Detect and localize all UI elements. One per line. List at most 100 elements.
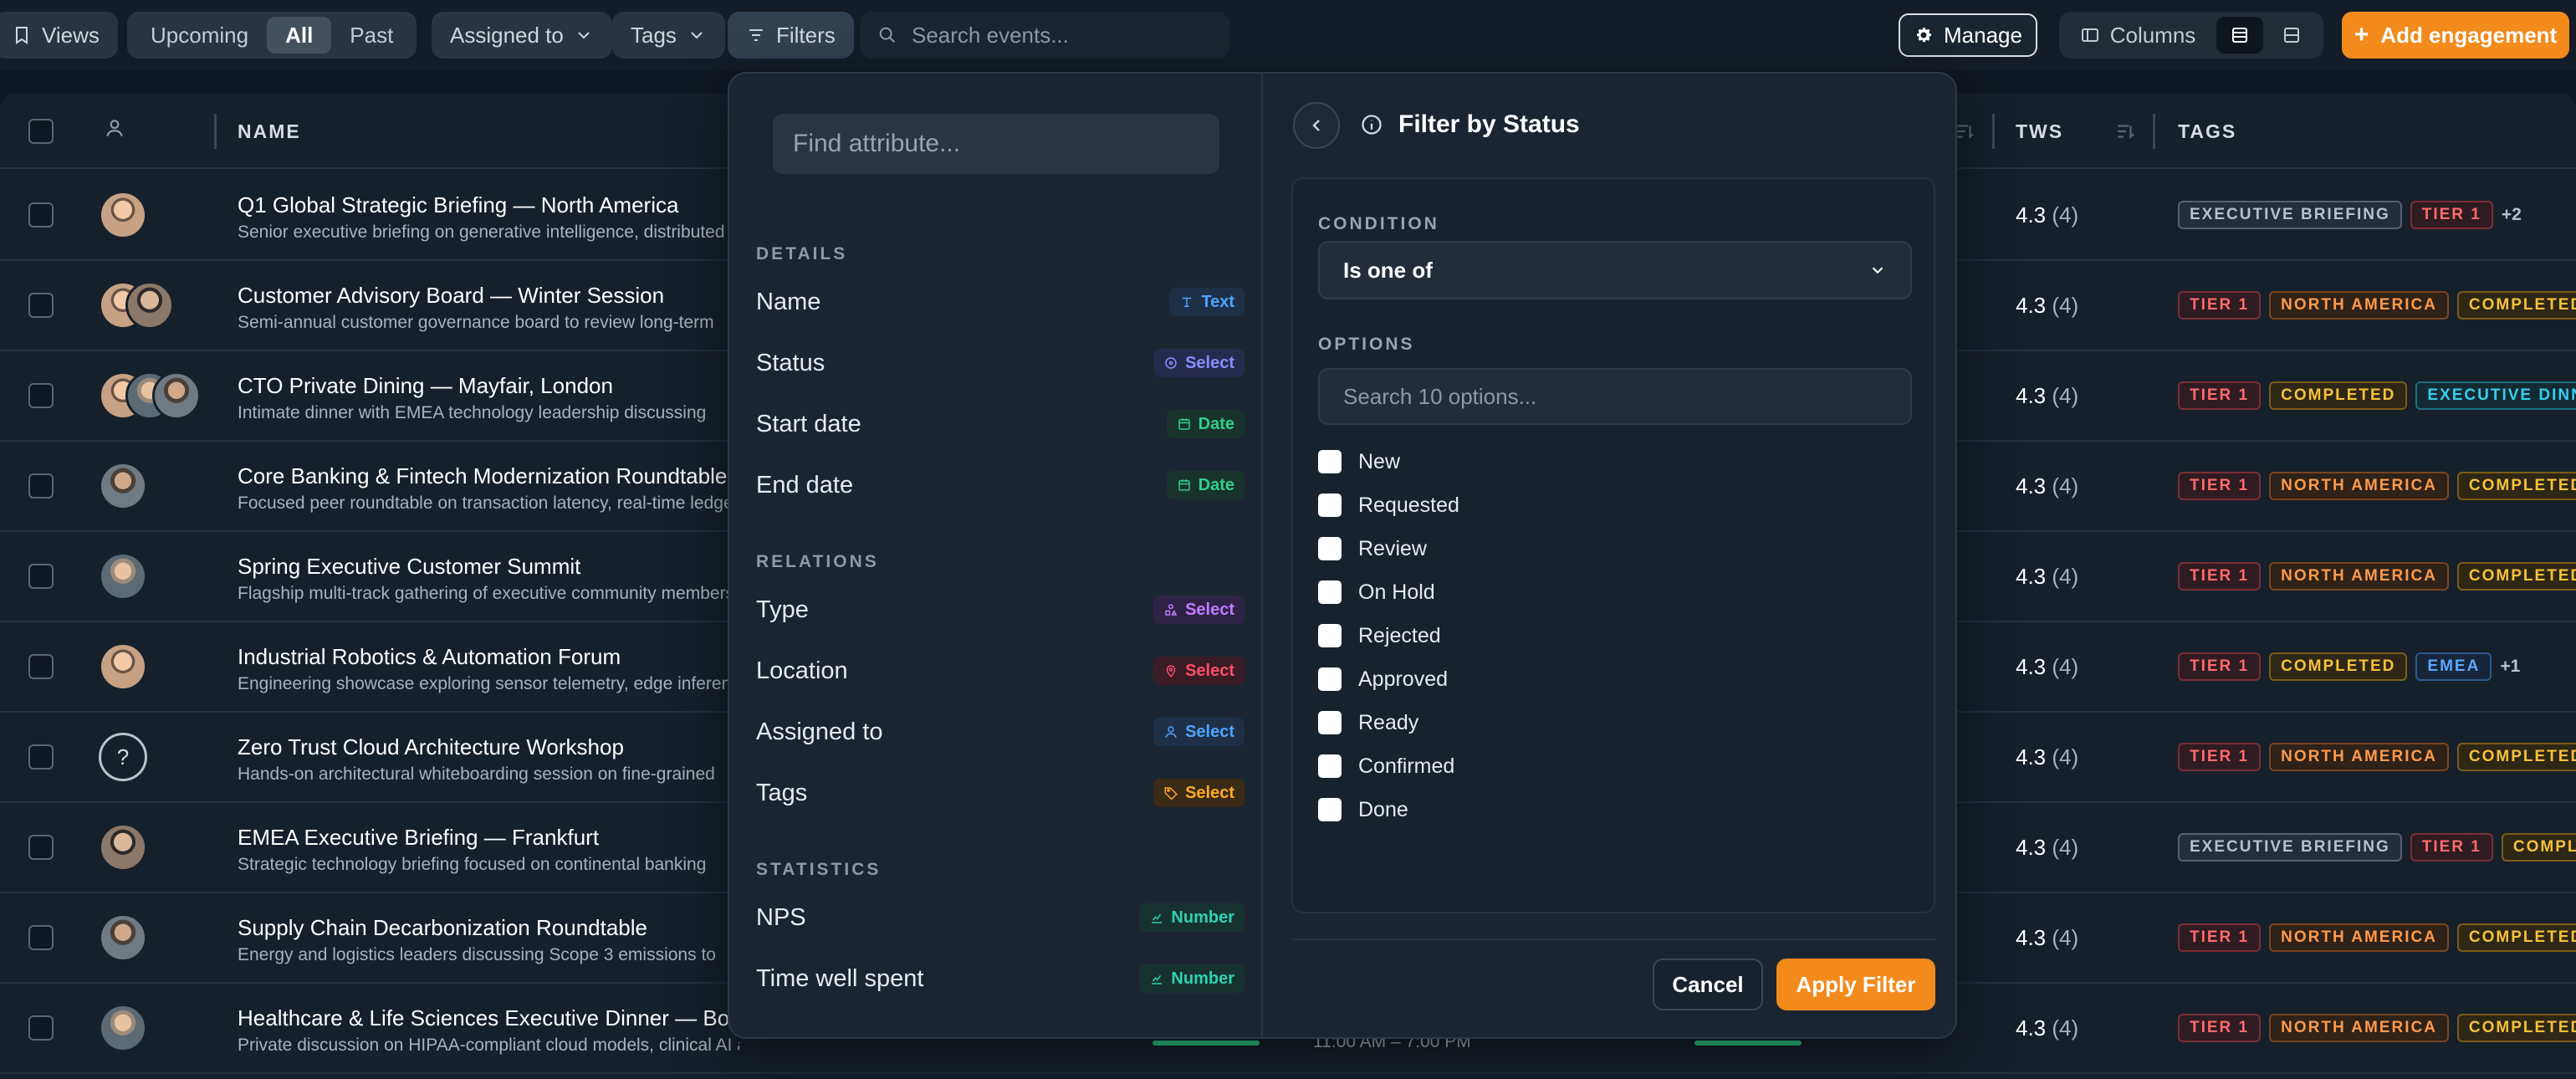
tag-badge: TIER 1	[2178, 743, 2262, 771]
option-ready[interactable]: Ready	[1318, 701, 1912, 744]
compact-view-button[interactable]	[2268, 17, 2315, 54]
cancel-button[interactable]: Cancel	[1653, 959, 1763, 1010]
option-checkbox[interactable]	[1318, 493, 1342, 517]
condition-value: Is one of	[1343, 257, 1433, 283]
tag-list: TIER 1 NORTH AMERICA COMPLETED	[2178, 472, 2576, 500]
event-title[interactable]: Supply Chain Decarbonization Roundtable	[238, 915, 739, 941]
tws-score: 4.3 (4)	[2016, 925, 2078, 951]
option-checkbox[interactable]	[1318, 537, 1342, 560]
attribute-nps[interactable]: NPS Number	[756, 893, 1245, 942]
text-icon	[1183, 297, 1192, 307]
attribute-status[interactable]: Status Select	[756, 339, 1245, 387]
assignee-avatars	[99, 642, 147, 693]
option-requested[interactable]: Requested	[1318, 483, 1912, 527]
row-checkbox[interactable]	[28, 564, 54, 589]
tag-badge: NORTH AMERICA	[2269, 923, 2449, 952]
row-checkbox[interactable]	[28, 473, 54, 499]
tag-badge: NORTH AMERICA	[2269, 472, 2449, 500]
tws-score: 4.3 (4)	[2016, 202, 2078, 228]
search-input[interactable]: Search events...	[860, 12, 1229, 59]
option-review[interactable]: Review	[1318, 527, 1912, 570]
manage-button[interactable]: Manage	[1899, 13, 2037, 57]
attribute-name[interactable]: Name Text	[756, 278, 1245, 326]
attribute-tags[interactable]: Tags Select	[756, 769, 1245, 817]
attribute-end-date[interactable]: End date Date	[756, 461, 1245, 509]
assignee-avatars	[99, 281, 174, 331]
event-title[interactable]: Core Banking & Fintech Modernization Rou…	[238, 463, 739, 489]
more-tags-count[interactable]: +2	[2502, 205, 2522, 225]
filters-button[interactable]: Filters	[728, 12, 854, 59]
option-checkbox[interactable]	[1318, 580, 1342, 604]
sort-icon[interactable]	[2114, 120, 2136, 142]
attribute-type-label: Select	[1185, 661, 1234, 680]
event-description: Energy and logistics leaders discussing …	[238, 945, 716, 964]
find-attribute-input[interactable]: Find attribute...	[773, 114, 1219, 174]
circle-icon	[1165, 357, 1177, 369]
option-rejected[interactable]: Rejected	[1318, 614, 1912, 657]
tag-badge: TIER 1	[2178, 652, 2262, 681]
event-title[interactable]: Zero Trust Cloud Architecture Workshop	[238, 734, 739, 760]
column-name-header[interactable]: NAME	[238, 94, 301, 169]
event-title[interactable]: Healthcare & Life Sciences Executive Din…	[238, 1005, 739, 1031]
attribute-type[interactable]: Type Select	[756, 586, 1245, 634]
add-engagement-button[interactable]: + Add engagement	[2342, 12, 2569, 59]
event-description: Flagship multi-track gathering of execut…	[238, 584, 735, 603]
apply-filter-button[interactable]: Apply Filter	[1776, 959, 1935, 1010]
option-confirmed[interactable]: Confirmed	[1318, 744, 1912, 788]
option-checkbox[interactable]	[1318, 667, 1342, 691]
option-new[interactable]: New	[1318, 440, 1912, 483]
avatar	[99, 191, 147, 239]
tab-all[interactable]: All	[267, 17, 332, 54]
row-checkbox[interactable]	[28, 293, 54, 318]
attribute-location[interactable]: Location Select	[756, 647, 1245, 695]
option-approved[interactable]: Approved	[1318, 657, 1912, 701]
event-title[interactable]: Q1 Global Strategic Briefing — North Ame…	[238, 192, 739, 218]
assigned-to-filter[interactable]: Assigned to	[432, 12, 612, 59]
row-checkbox[interactable]	[28, 1015, 54, 1041]
tag-list: TIER 1COMPLETEDEXECUTIVE DINNER	[2178, 381, 2576, 410]
event-title[interactable]: Spring Executive Customer Summit	[238, 554, 739, 580]
row-checkbox[interactable]	[28, 835, 54, 860]
attribute-start-date[interactable]: Start date Date	[756, 400, 1245, 448]
tag-list: TIER 1 NORTH AMERICA COMPLETED	[2178, 743, 2576, 771]
back-button[interactable]	[1293, 102, 1340, 149]
select-all-checkbox[interactable]	[28, 119, 54, 144]
row-checkbox[interactable]	[28, 654, 54, 679]
attribute-assigned-to[interactable]: Assigned to Select	[756, 708, 1245, 756]
tab-upcoming[interactable]: Upcoming	[132, 17, 267, 54]
option-checkbox[interactable]	[1318, 711, 1342, 734]
option-checkbox[interactable]	[1318, 798, 1342, 821]
event-title[interactable]: CTO Private Dining — Mayfair, London	[238, 373, 739, 399]
attribute-name: Location	[756, 657, 848, 684]
tws-score: 4.3 (4)	[2016, 383, 2078, 409]
attribute-time-well-spent[interactable]: Time well spent Number	[756, 954, 1245, 1003]
column-tags-header[interactable]: TAGS	[2178, 94, 2236, 169]
views-button[interactable]: Views	[0, 12, 118, 59]
event-title[interactable]: Industrial Robotics & Automation Forum	[238, 644, 739, 670]
option-checkbox[interactable]	[1318, 624, 1342, 647]
row-checkbox[interactable]	[28, 744, 54, 770]
column-tws-header[interactable]: TWS	[2016, 94, 2063, 169]
event-title[interactable]: Customer Advisory Board — Winter Session	[238, 283, 739, 309]
tags-filter[interactable]: Tags	[612, 12, 725, 59]
row-checkbox[interactable]	[28, 925, 54, 950]
more-tags-count[interactable]: +1	[2500, 657, 2520, 677]
columns-button[interactable]: Columns	[2064, 17, 2211, 54]
option-checkbox[interactable]	[1318, 450, 1342, 473]
chart-icon	[1152, 974, 1163, 984]
condition-select[interactable]: Is one of	[1318, 241, 1912, 299]
attribute-name: End date	[756, 471, 854, 499]
event-title[interactable]: EMEA Executive Briefing — Frankfurt	[238, 825, 739, 851]
row-checkbox[interactable]	[28, 202, 54, 228]
options-search-input[interactable]: Search 10 options...	[1318, 368, 1912, 425]
tab-past[interactable]: Past	[331, 17, 411, 54]
option-done[interactable]: Done	[1318, 788, 1912, 831]
tws-count: (4)	[2052, 293, 2079, 318]
option-cancelled[interactable]: Cancelled	[1318, 831, 1912, 842]
list-view-button[interactable]	[2216, 17, 2263, 54]
attribute-type-badge: Number	[1139, 903, 1245, 932]
option-checkbox[interactable]	[1318, 754, 1342, 778]
tag-list: TIER 1 NORTH AMERICA COMPLETED	[2178, 291, 2576, 320]
option-on-hold[interactable]: On Hold	[1318, 570, 1912, 614]
row-checkbox[interactable]	[28, 383, 54, 408]
